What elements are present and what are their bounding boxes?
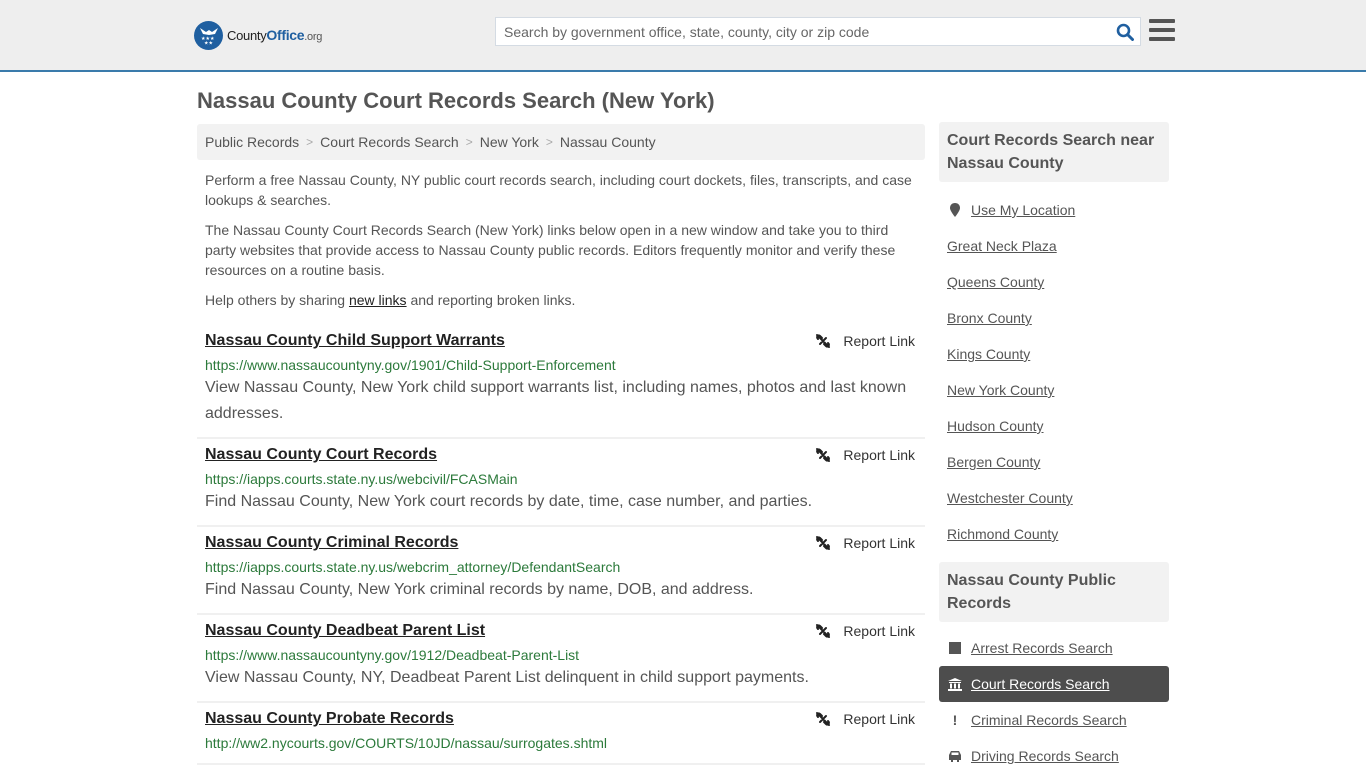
sidebar: Court Records Search near Nassau County … xyxy=(939,122,1169,774)
results-list: Nassau County Child Support Warrants Rep… xyxy=(197,325,925,765)
nearby-link[interactable]: New York County xyxy=(947,382,1054,398)
intro-text: Perform a free Nassau County, NY public … xyxy=(205,170,920,320)
breadcrumb: Public Records > Court Records Search > … xyxy=(197,124,925,160)
nearby-item: New York County xyxy=(947,372,1169,408)
broken-link-icon xyxy=(816,448,831,462)
broken-link-icon xyxy=(816,712,831,726)
result-title-link[interactable]: Nassau County Child Support Warrants xyxy=(205,332,505,350)
courthouse-icon xyxy=(947,677,963,691)
share-paragraph: Help others by sharing new links and rep… xyxy=(205,292,576,308)
nearby-link[interactable]: Bergen County xyxy=(947,454,1040,470)
driving-records-link[interactable]: Driving Records Search xyxy=(971,748,1119,764)
breadcrumb-public-records[interactable]: Public Records xyxy=(205,134,299,150)
page-title: Nassau County Court Records Search (New … xyxy=(197,88,715,113)
nearby-link[interactable]: Richmond County xyxy=(947,526,1058,542)
report-link-button[interactable]: Report Link xyxy=(815,535,915,551)
search-bar xyxy=(495,17,1141,46)
result-description: View Nassau County, New York child suppo… xyxy=(205,379,907,422)
nearby-link[interactable]: Hudson County xyxy=(947,418,1044,434)
nearby-item: Bergen County xyxy=(947,444,1169,480)
result-title-link[interactable]: Nassau County Deadbeat Parent List xyxy=(205,622,485,640)
nearby-heading: Court Records Search near Nassau County xyxy=(939,122,1169,182)
nearby-item: Westchester County xyxy=(947,480,1169,516)
use-location-item: Use My Location xyxy=(947,192,1169,228)
result-url: http://ww2.nycourts.gov/COURTS/10JD/nass… xyxy=(205,735,608,751)
hamburger-menu-icon[interactable] xyxy=(1149,19,1175,43)
intro-paragraph: The Nassau County Court Records Search (… xyxy=(205,222,896,278)
nearby-item: Hudson County xyxy=(947,408,1169,444)
nearby-item: Great Neck Plaza xyxy=(947,228,1169,264)
result-title-link[interactable]: Nassau County Criminal Records xyxy=(205,534,458,552)
breadcrumb-new-york[interactable]: New York xyxy=(480,134,539,150)
result-item: Nassau County Deadbeat Parent List Repor… xyxy=(197,615,925,703)
public-records-list: Arrest Records Search Court Records Sear… xyxy=(939,622,1169,774)
search-input[interactable] xyxy=(496,18,1110,45)
breadcrumb-separator: > xyxy=(465,135,473,149)
result-url: https://iapps.courts.state.ny.us/webcivi… xyxy=(205,471,518,487)
new-links-link[interactable]: new links xyxy=(349,292,407,308)
result-item: Nassau County Criminal Records Report Li… xyxy=(197,527,925,615)
search-icon xyxy=(1116,23,1134,41)
result-url: https://www.nassaucountyny.gov/1901/Chil… xyxy=(205,357,616,373)
result-title-link[interactable]: Nassau County Court Records xyxy=(205,446,437,464)
public-record-item: Arrest Records Search xyxy=(939,630,1169,666)
use-my-location-link[interactable]: Use My Location xyxy=(971,202,1075,218)
svg-text:★★: ★★ xyxy=(204,41,213,46)
breadcrumb-court-records-search[interactable]: Court Records Search xyxy=(320,134,459,150)
broken-link-icon xyxy=(816,536,831,550)
nearby-link[interactable]: Bronx County xyxy=(947,310,1032,326)
nearby-link[interactable]: Queens County xyxy=(947,274,1044,290)
public-record-item-active: Court Records Search xyxy=(939,666,1169,702)
public-record-item: Driving Records Search xyxy=(939,738,1169,774)
nearby-link[interactable]: Great Neck Plaza xyxy=(947,238,1057,254)
result-description: Find Nassau County, New York criminal re… xyxy=(205,581,754,598)
broken-link-icon xyxy=(816,624,831,638)
arrest-records-link[interactable]: Arrest Records Search xyxy=(971,640,1113,656)
public-records-heading: Nassau County Public Records xyxy=(939,562,1169,622)
nearby-link[interactable]: Westchester County xyxy=(947,490,1073,506)
breadcrumb-nassau-county[interactable]: Nassau County xyxy=(560,134,656,150)
nearby-link[interactable]: Kings County xyxy=(947,346,1030,362)
site-logo[interactable]: ★★★ ★★ CountyOffice.org xyxy=(194,20,322,50)
result-item: Nassau County Child Support Warrants Rep… xyxy=(197,325,925,439)
logo-text: CountyOffice.org xyxy=(227,27,323,43)
criminal-records-link[interactable]: Criminal Records Search xyxy=(971,712,1127,728)
report-link-button[interactable]: Report Link xyxy=(815,711,915,727)
map-marker-icon xyxy=(947,203,963,217)
broken-link-icon xyxy=(816,334,831,348)
eagle-logo-icon: ★★★ ★★ xyxy=(194,20,223,50)
search-button[interactable] xyxy=(1110,18,1140,45)
result-url: https://iapps.courts.state.ny.us/webcrim… xyxy=(205,559,621,575)
result-item: Nassau County Probate Records Report Lin… xyxy=(197,703,925,765)
result-description: View Nassau County, NY, Deadbeat Parent … xyxy=(205,669,809,686)
result-title-link[interactable]: Nassau County Probate Records xyxy=(205,710,454,728)
nearby-item: Bronx County xyxy=(947,300,1169,336)
report-link-button[interactable]: Report Link xyxy=(815,447,915,463)
breadcrumb-separator: > xyxy=(306,135,314,149)
exclamation-icon: ! xyxy=(952,712,958,728)
site-header: ★★★ ★★ CountyOffice.org xyxy=(0,0,1366,72)
result-description: Find Nassau County, New York court recor… xyxy=(205,493,813,510)
result-item: Nassau County Court Records Report Link … xyxy=(197,439,925,527)
report-link-button[interactable]: Report Link xyxy=(815,333,915,349)
report-link-button[interactable]: Report Link xyxy=(815,623,915,639)
square-icon xyxy=(947,642,963,654)
nearby-item: Queens County xyxy=(947,264,1169,300)
nearby-item: Kings County xyxy=(947,336,1169,372)
result-url: https://www.nassaucountyny.gov/1912/Dead… xyxy=(205,647,580,663)
car-icon xyxy=(947,750,963,762)
nearby-list: Use My Location Great Neck Plaza Queens … xyxy=(939,182,1169,560)
intro-paragraph: Perform a free Nassau County, NY public … xyxy=(205,172,912,208)
breadcrumb-separator: > xyxy=(545,135,553,149)
nearby-item: Richmond County xyxy=(947,516,1169,552)
public-record-item: ! Criminal Records Search xyxy=(939,702,1169,738)
court-records-link[interactable]: Court Records Search xyxy=(971,676,1110,692)
